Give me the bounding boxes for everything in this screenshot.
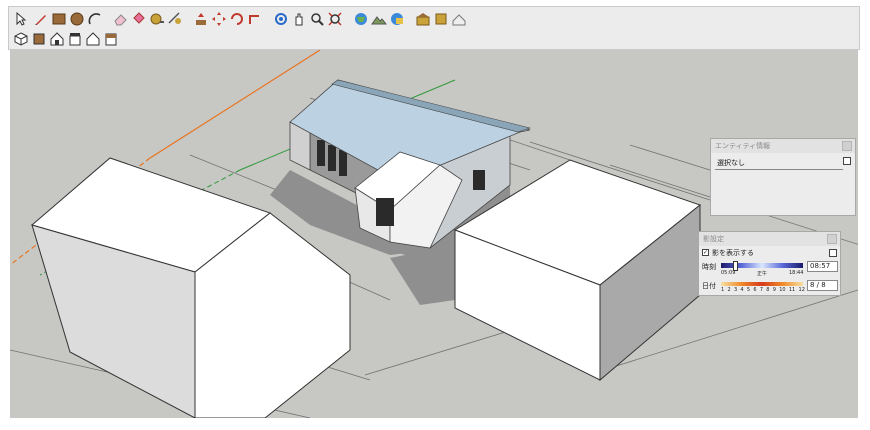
eraser-icon[interactable] [113, 11, 129, 27]
month-tick: 8 [766, 287, 770, 293]
photo-textures-icon[interactable] [389, 11, 405, 27]
divider [715, 169, 843, 170]
month-tick: 7 [759, 287, 763, 293]
month-tick: 3 [733, 287, 738, 293]
time-end: 18:44 [789, 270, 804, 276]
close-icon[interactable] [842, 141, 852, 151]
right-view-icon[interactable] [67, 31, 83, 47]
shadow-settings-panel: 影設定 ✓ 影を表示する 時刻 05:09 正午 18:44 08:57 日付 … [698, 231, 841, 296]
close-icon[interactable] [827, 234, 837, 244]
orbit-icon[interactable] [273, 11, 289, 27]
extension-icon[interactable] [433, 11, 449, 27]
model-info-icon[interactable] [451, 11, 467, 27]
zoom-icon[interactable] [309, 11, 325, 27]
block-shadow-left [390, 245, 455, 305]
month-tick: 11 [788, 287, 796, 293]
selection-status: 選択なし [717, 159, 745, 167]
pin-icon[interactable] [843, 157, 851, 165]
pan-icon[interactable] [291, 11, 307, 27]
paint-bucket-icon[interactable] [131, 11, 147, 27]
dimension-icon[interactable] [167, 11, 183, 27]
date-slider[interactable] [721, 282, 803, 286]
warehouse-icon[interactable] [415, 11, 431, 27]
time-noon: 正午 [757, 271, 768, 277]
time-start: 05:09 [721, 270, 736, 276]
rotate-icon[interactable] [229, 11, 245, 27]
month-tick: 2 [727, 287, 731, 293]
select-icon[interactable] [13, 11, 29, 27]
month-tick: 9 [772, 287, 776, 293]
main-toolbar [8, 6, 860, 50]
date-input[interactable]: 8 / 8 [807, 280, 838, 291]
date-label: 日付 [702, 282, 716, 290]
month-ticks: 1 2 3 4 5 6 7 8 9 10 11 12 [721, 287, 805, 293]
front-view-icon[interactable] [49, 31, 65, 47]
move-icon[interactable] [211, 11, 227, 27]
month-tick: 1 [721, 287, 725, 293]
arc-icon[interactable] [87, 11, 103, 27]
shadow-settings-title[interactable]: 影設定 [699, 232, 840, 246]
terrain-icon[interactable] [371, 11, 387, 27]
time-input[interactable]: 08:57 [807, 261, 838, 272]
month-tick: 12 [798, 287, 805, 293]
entity-info-panel: エンティティ情報 選択なし [710, 138, 856, 216]
add-location-icon[interactable] [353, 11, 369, 27]
push-pull-icon[interactable] [193, 11, 209, 27]
follow-me-icon[interactable] [247, 11, 263, 27]
iso-view-icon[interactable] [13, 31, 29, 47]
time-label: 時刻 [702, 263, 716, 271]
top-view-icon[interactable] [31, 31, 47, 47]
show-shadows-label: 影を表示する [712, 249, 754, 257]
month-tick: 5 [746, 287, 751, 293]
month-tick: 10 [779, 287, 786, 293]
pencil-icon[interactable] [33, 11, 49, 27]
entity-info-title[interactable]: エンティティ情報 [711, 139, 855, 153]
zoom-extents-icon[interactable] [327, 11, 343, 27]
back-view-icon[interactable] [85, 31, 101, 47]
tape-measure-icon[interactable] [149, 11, 165, 27]
circle-icon[interactable] [69, 11, 85, 27]
rectangle-icon[interactable] [51, 11, 67, 27]
month-tick: 6 [753, 287, 757, 293]
show-shadows-checkbox[interactable]: ✓ [702, 249, 709, 256]
pin-icon[interactable] [829, 249, 837, 257]
month-tick: 4 [740, 287, 744, 293]
left-view-icon[interactable] [103, 31, 119, 47]
